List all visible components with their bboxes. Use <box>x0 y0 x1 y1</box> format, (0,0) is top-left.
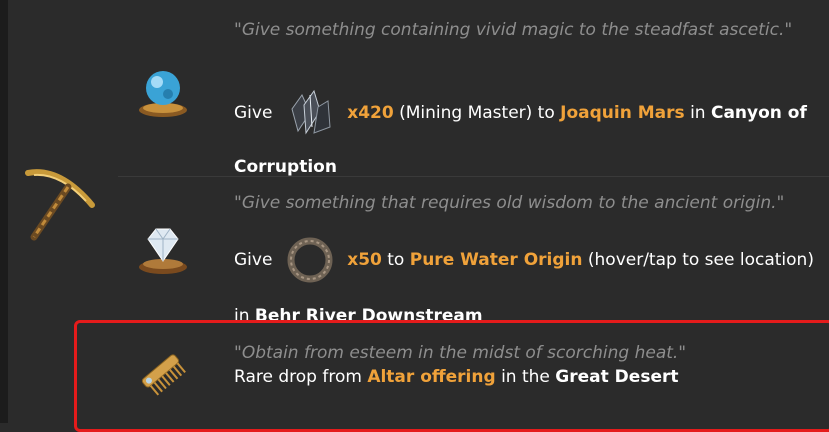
npc-link[interactable]: Joaquin Mars <box>560 103 685 123</box>
in-the-label: in the <box>501 367 550 387</box>
item-quantity: x420 <box>347 103 394 123</box>
comb-icon <box>141 354 186 396</box>
stone-ring-icon <box>287 237 333 283</box>
entry-quote: "Give something containing vivid magic t… <box>234 20 793 40</box>
location-name: Great Desert <box>555 367 679 387</box>
give-label: Give <box>234 250 273 270</box>
item-quantity: x50 <box>347 250 382 270</box>
give-label: Give <box>234 103 273 123</box>
ore-crystal-icon <box>291 89 331 135</box>
npc-link[interactable]: Pure Water Origin <box>410 250 583 270</box>
knowledge-panel: "Give something containing vivid magic t… <box>0 0 829 432</box>
pickaxe-icon <box>25 169 95 241</box>
blue-orb-icon <box>139 71 187 117</box>
list-item: "Give something containing vivid magic t… <box>118 0 829 177</box>
drop-prefix: Rare drop from <box>234 367 362 387</box>
to-label: to <box>387 250 405 270</box>
diamond-pedestal-icon <box>139 228 187 274</box>
entry-description: Rare drop from Altar offering in the Gre… <box>234 363 825 391</box>
list-item: "Give something that requires old wisdom… <box>118 177 829 326</box>
source-link[interactable]: Altar offering <box>367 367 495 387</box>
item-note: (Mining Master) to <box>399 103 555 123</box>
left-edge-bar <box>0 0 8 423</box>
list-item: "Obtain from esteem in the midst of scor… <box>118 321 829 423</box>
entry-quote: "Give something that requires old wisdom… <box>234 193 785 213</box>
in-label: in <box>690 103 706 123</box>
